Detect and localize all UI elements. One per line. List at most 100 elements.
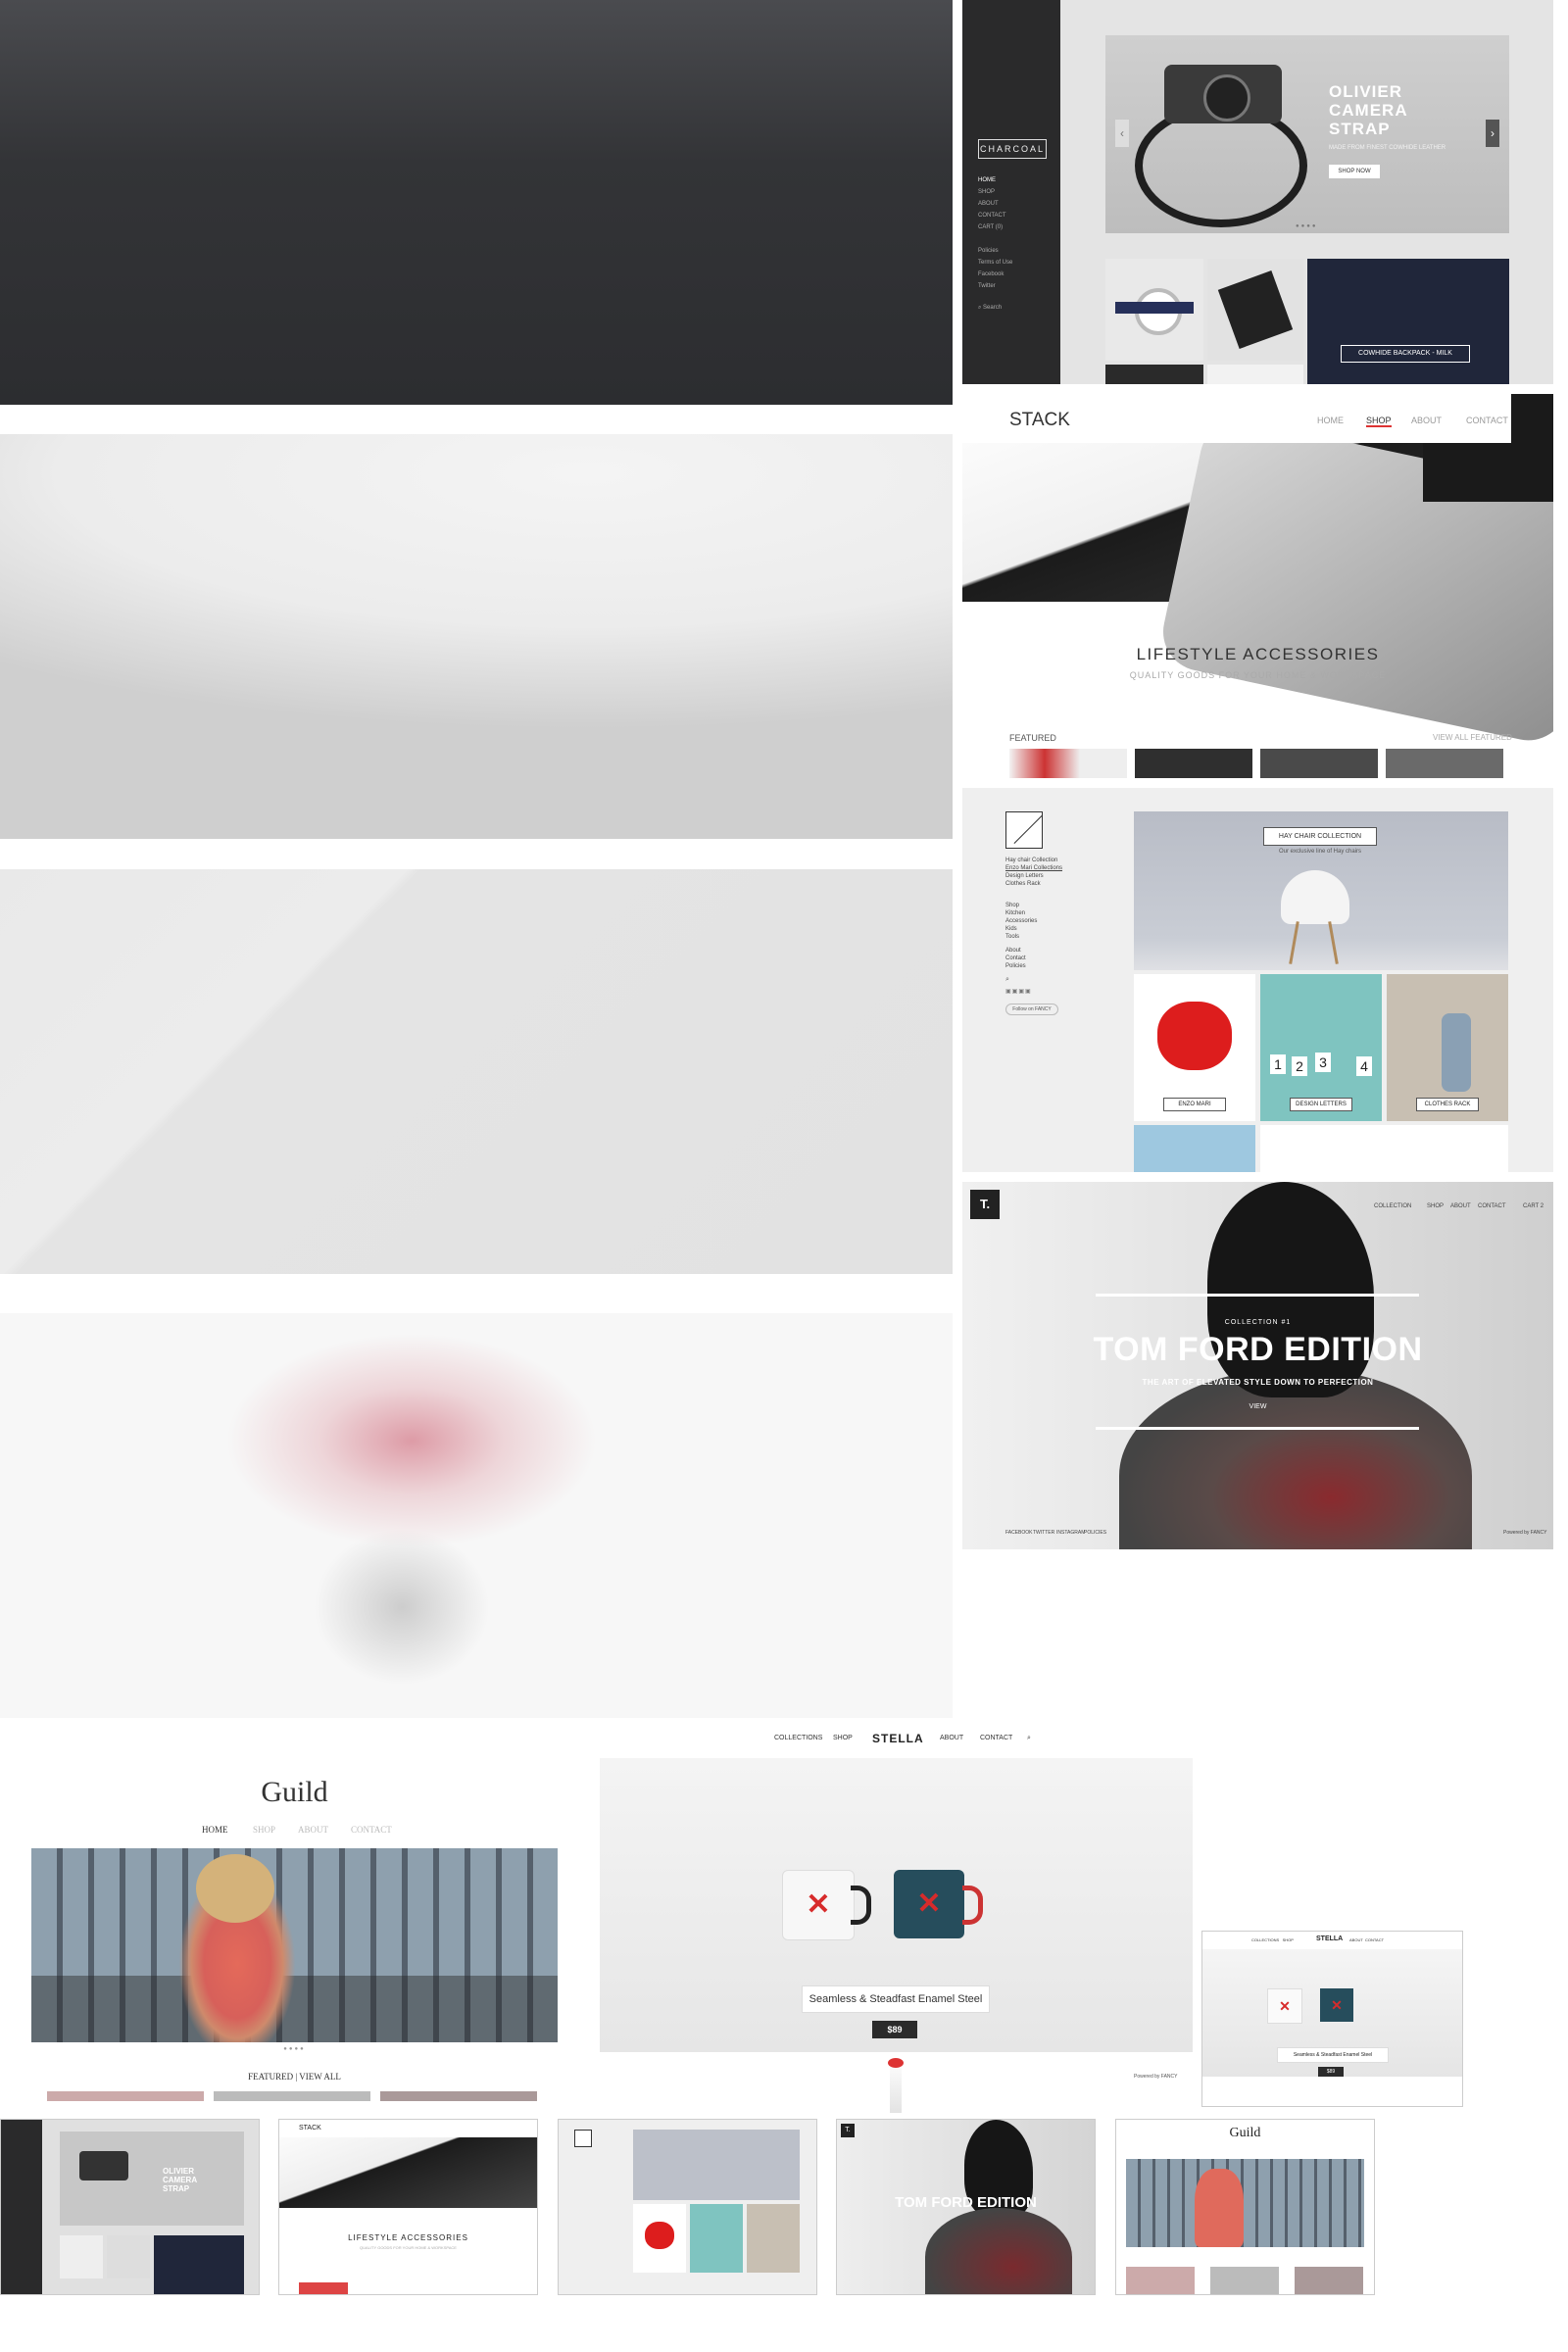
hay-nav-item[interactable]: Contact	[1005, 955, 1026, 962]
social-icons[interactable]: ▣▣▣▣	[1005, 988, 1032, 995]
carousel-dots[interactable]: ●●●●	[31, 2046, 558, 2052]
product-tile[interactable]	[214, 2091, 370, 2101]
hay-nav-item[interactable]: Enzo Mari Collections	[1005, 864, 1062, 872]
tom-nav-about[interactable]: ABOUT	[1450, 1203, 1471, 1209]
stella-logo[interactable]: STELLA	[872, 1732, 924, 1745]
stella-small-product[interactable]: Seamless & Steadfast Enamel Steel	[1277, 2047, 1389, 2063]
stella-nav-contact[interactable]: CONTACT	[980, 1735, 1012, 1741]
design-letters-tile[interactable]: 1 2 3 4 DESIGN LETTERS	[1260, 974, 1382, 1121]
charcoal-nav-cart[interactable]: CART (0)	[978, 221, 1006, 233]
carousel-dots[interactable]: ●●●●	[1296, 223, 1318, 229]
stack-view-all-link[interactable]: VIEW ALL FEATURED	[1433, 733, 1512, 742]
tom-nav-contact[interactable]: CONTACT	[1478, 1203, 1506, 1209]
hay-nav-item[interactable]: Hay chair Collection	[1005, 857, 1062, 864]
charcoal-nav-about[interactable]: ABOUT	[978, 198, 1006, 210]
charcoal-link[interactable]: Twitter	[978, 280, 1012, 292]
stack-nav-home[interactable]: HOME	[1317, 416, 1344, 425]
stella-nav-collections[interactable]: COLLECTIONS	[774, 1735, 822, 1741]
tom-footer-link[interactable]: INSTAGRAM	[1056, 1530, 1085, 1536]
charcoal-logo[interactable]: CHARCOAL	[978, 139, 1047, 159]
nav-item[interactable]: CONTACT	[1365, 1937, 1384, 1942]
theme-preview-stella-small[interactable]: COLLECTIONS SHOP STELLA ABOUT CONTACT ✕ …	[1201, 1931, 1463, 2107]
follow-fancy-button[interactable]: Follow on FANCY	[1005, 1004, 1058, 1015]
thumb-stack[interactable]: STACK LIFESTYLE ACCESSORIES QUALITY GOOD…	[278, 2119, 538, 2295]
stack-nav-contact[interactable]: CONTACT	[1466, 416, 1508, 425]
charcoal-nav-contact[interactable]: CONTACT	[978, 210, 1006, 221]
tom-footer-link[interactable]: TWITTER	[1033, 1530, 1054, 1536]
thumb-tile[interactable]	[633, 2204, 686, 2273]
product-tile[interactable]	[1210, 2267, 1279, 2294]
product-tile[interactable]	[1207, 365, 1303, 384]
tom-footer-link[interactable]: POLICIES	[1084, 1530, 1106, 1536]
stella-small-price[interactable]: $89	[1318, 2067, 1344, 2077]
theme-preview-hay[interactable]: Hay chair Collection Enzo Mari Collectio…	[962, 788, 1553, 1172]
thumb-tile[interactable]	[690, 2204, 743, 2273]
product-tile[interactable]	[60, 2235, 103, 2278]
product-tile[interactable]	[1135, 749, 1252, 778]
hay-nav-item[interactable]: Tools	[1005, 933, 1037, 941]
hay-nav-item[interactable]: Kids	[1005, 925, 1037, 933]
product-tile[interactable]	[1295, 2267, 1363, 2294]
hay-nav-item[interactable]: Policies	[1005, 962, 1026, 970]
product-tile[interactable]	[1134, 1125, 1255, 1172]
guild-title[interactable]: Guild	[31, 1776, 558, 1809]
charcoal-search[interactable]: ⌕ Search	[978, 302, 1002, 314]
enzo-mari-tile[interactable]: ENZO MARI	[1134, 974, 1255, 1121]
hay-nav-item[interactable]: Design Letters	[1005, 872, 1062, 880]
tom-nav-cart[interactable]: CART 2	[1523, 1203, 1544, 1209]
prev-arrow-icon[interactable]: ‹	[1115, 120, 1129, 147]
shop-now-button[interactable]: SHOP NOW	[1329, 165, 1380, 178]
stella-price[interactable]: $89	[872, 2021, 917, 2038]
next-arrow-icon[interactable]: ›	[1486, 120, 1499, 147]
hay-nav-item[interactable]: Shop	[1005, 902, 1037, 909]
stella-product-name[interactable]: Seamless & Steadfast Enamel Steel	[802, 1985, 990, 2013]
wallet-product-tile[interactable]	[1207, 259, 1303, 361]
stack-nav-about[interactable]: ABOUT	[1411, 416, 1442, 425]
tom-view-link[interactable]: VIEW	[962, 1403, 1553, 1410]
product-tile[interactable]	[299, 2282, 348, 2294]
product-tile[interactable]	[1260, 1125, 1508, 1172]
charcoal-nav-home[interactable]: HOME	[978, 174, 1006, 186]
hay-nav-item[interactable]: Clothes Rack	[1005, 880, 1062, 888]
product-tile[interactable]	[107, 2235, 150, 2278]
product-tile[interactable]	[1386, 749, 1503, 778]
stack-nav-shop[interactable]: SHOP	[1366, 416, 1392, 427]
thumb-charcoal[interactable]: OLIVIER CAMERA STRAP	[0, 2119, 260, 2295]
hay-nav-item[interactable]: About	[1005, 947, 1026, 955]
product-tile[interactable]	[154, 2235, 244, 2294]
hay-nav-item[interactable]: Kitchen	[1005, 909, 1037, 917]
stack-logo[interactable]: STACK	[1009, 410, 1070, 431]
theme-preview-charcoal[interactable]: CHARCOAL HOME SHOP ABOUT CONTACT CART (0…	[962, 0, 1553, 384]
product-tile[interactable]	[380, 2091, 537, 2101]
guild-nav-about[interactable]: ABOUT	[298, 1825, 328, 1835]
search-icon[interactable]: ⌕	[1005, 976, 1009, 984]
guild-nav-home[interactable]: HOME	[202, 1825, 228, 1835]
watch-product-tile[interactable]	[1105, 259, 1203, 361]
guild-view-all-link[interactable]: VIEW ALL	[299, 2072, 341, 2082]
nav-item[interactable]: ABOUT	[1349, 1937, 1363, 1942]
theme-preview-guild[interactable]: Guild HOME SHOP ABOUT CONTACT ●●●● FEATU…	[31, 1758, 558, 2101]
tom-footer-link[interactable]: FACEBOOK	[1005, 1530, 1033, 1536]
thumb-tom-ford[interactable]: T. TOM FORD EDITION	[836, 2119, 1096, 2295]
nav-item[interactable]: COLLECTIONS	[1251, 1937, 1279, 1942]
thumb-tile[interactable]	[747, 2204, 800, 2273]
guild-nav-shop[interactable]: SHOP	[253, 1825, 275, 1835]
theme-preview-stella[interactable]: COLLECTIONS SHOP STELLA ABOUT CONTACT ⌕ …	[600, 1725, 1193, 2113]
tom-nav-collection[interactable]: COLLECTION	[1374, 1203, 1411, 1209]
hay-nav-item[interactable]: Accessories	[1005, 917, 1037, 925]
backpack-product-tile[interactable]: COWHIDE BACKPACK - MILK	[1307, 259, 1509, 384]
product-tile[interactable]	[1009, 749, 1127, 778]
guild-nav-contact[interactable]: CONTACT	[351, 1825, 392, 1835]
charcoal-link[interactable]: Facebook	[978, 269, 1012, 280]
tom-nav-shop[interactable]: SHOP	[1427, 1203, 1444, 1209]
product-tile[interactable]	[1105, 365, 1203, 384]
product-tile[interactable]	[47, 2091, 204, 2101]
thumb-guild[interactable]: Guild	[1115, 2119, 1375, 2295]
theme-preview-stack[interactable]: STACK HOME SHOP ABOUT CONTACT LIFESTYLE …	[962, 394, 1553, 778]
theme-preview-tom-ford[interactable]: T. COLLECTION SHOP ABOUT CONTACT CART 2 …	[962, 1182, 1553, 1549]
charcoal-link[interactable]: Policies	[978, 245, 1012, 257]
product-tile[interactable]	[1260, 749, 1378, 778]
hay-hero[interactable]: HAY CHAIR COLLECTION Our exclusive line …	[1134, 811, 1508, 970]
nav-item[interactable]: SHOP	[1283, 1937, 1294, 1942]
stella-small-logo[interactable]: STELLA	[1316, 1936, 1343, 1942]
